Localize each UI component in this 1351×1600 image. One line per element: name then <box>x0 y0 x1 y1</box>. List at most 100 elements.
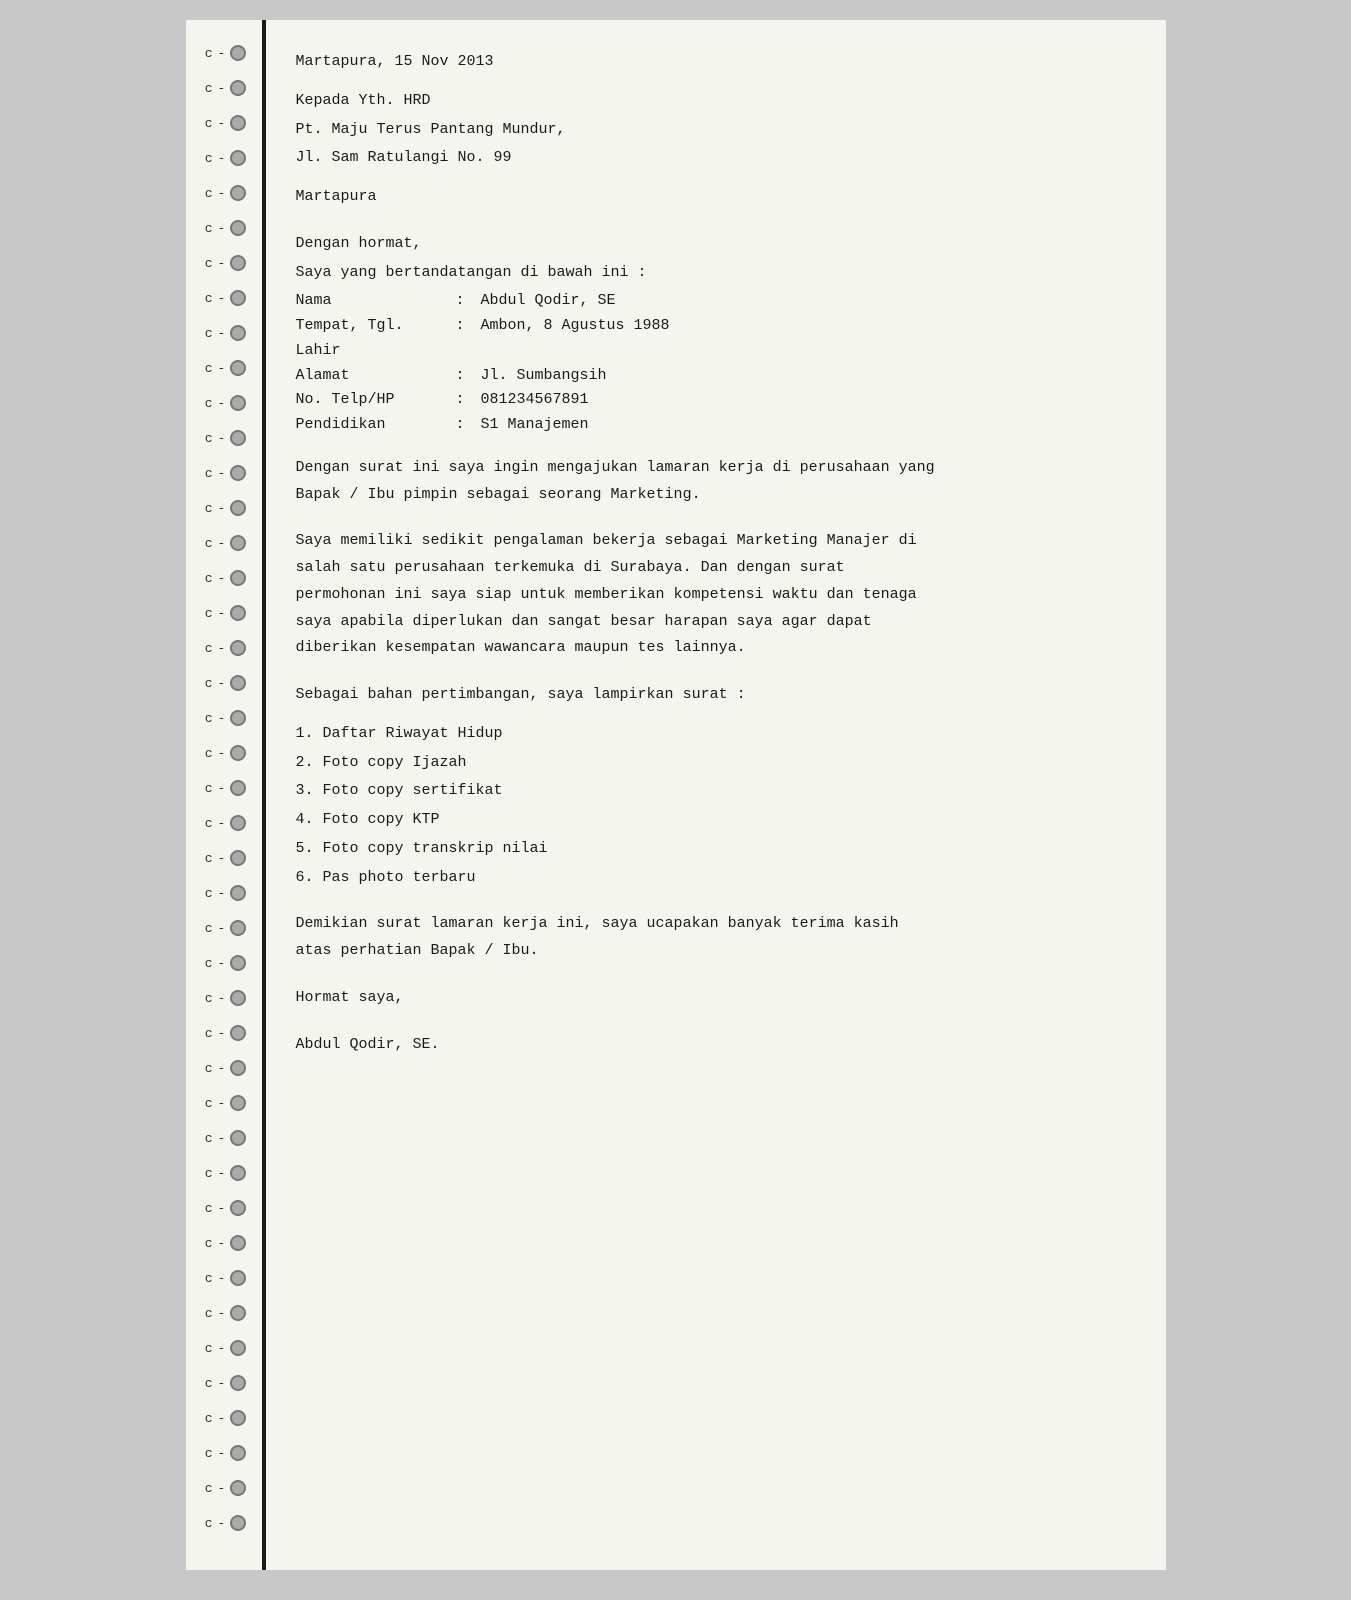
nama-label: Nama <box>296 289 456 314</box>
hole-dash-17: - <box>218 641 226 656</box>
hole-circle-1 <box>230 80 246 96</box>
lampiran-intro-line: Sebagai bahan pertimbangan, saya lampirk… <box>296 683 1126 708</box>
hole-item-23: c- <box>186 850 266 866</box>
hole-dash-24: - <box>218 886 226 901</box>
hole-item-5: c- <box>186 220 266 236</box>
hole-circle-30 <box>230 1095 246 1111</box>
hole-c-letter-33: c <box>205 1201 213 1216</box>
hole-c-letter-3: c <box>205 151 213 166</box>
list-item-6: 6. Pas photo terbaru <box>296 866 1126 891</box>
hole-circle-41 <box>230 1480 246 1496</box>
hole-dash-15: - <box>218 571 226 586</box>
para2-line4: saya apabila diperlukan dan sangat besar… <box>296 610 1126 635</box>
hole-circle-36 <box>230 1305 246 1321</box>
hole-c-letter-41: c <box>205 1481 213 1496</box>
alamat-value: Jl. Sumbangsih <box>481 364 1126 389</box>
hole-dash-30: - <box>218 1096 226 1111</box>
hole-circle-10 <box>230 395 246 411</box>
para2-line5: diberikan kesempatan wawancara maupun te… <box>296 636 1126 661</box>
hole-circle-8 <box>230 325 246 341</box>
hole-circle-13 <box>230 500 246 516</box>
hole-circle-35 <box>230 1270 246 1286</box>
item2-text: 2. Foto copy Ijazah <box>296 754 467 771</box>
ttl-value: Ambon, 8 Agustus 1988 <box>481 314 1126 364</box>
hole-dash-37: - <box>218 1341 226 1356</box>
hole-dash-0: - <box>218 46 226 61</box>
document: c-c-c-c-c-c-c-c-c-c-c-c-c-c-c-c-c-c-c-c-… <box>186 20 1166 1570</box>
list-item-4: 4. Foto copy KTP <box>296 808 1126 833</box>
hole-c-letter-13: c <box>205 501 213 516</box>
hole-circle-38 <box>230 1375 246 1391</box>
alamat-colon: : <box>456 364 481 389</box>
hole-circle-19 <box>230 710 246 726</box>
hole-circle-25 <box>230 920 246 936</box>
closing-text2: atas perhatian Bapak / Ibu. <box>296 939 539 964</box>
hole-item-38: c- <box>186 1375 266 1391</box>
recipient-label: Kepada Yth. HRD <box>296 92 431 109</box>
hole-item-20: c- <box>186 745 266 761</box>
hole-circle-5 <box>230 220 246 236</box>
hole-item-16: c- <box>186 605 266 621</box>
hole-circle-6 <box>230 255 246 271</box>
hole-item-2: c- <box>186 115 266 131</box>
hole-item-4: c- <box>186 185 266 201</box>
page-container: c-c-c-c-c-c-c-c-c-c-c-c-c-c-c-c-c-c-c-c-… <box>0 0 1351 1600</box>
hole-item-19: c- <box>186 710 266 726</box>
hole-c-letter-11: c <box>205 431 213 446</box>
hole-item-0: c- <box>186 45 266 61</box>
hole-dash-9: - <box>218 361 226 376</box>
hole-item-35: c- <box>186 1270 266 1286</box>
hole-item-25: c- <box>186 920 266 936</box>
hole-dash-18: - <box>218 676 226 691</box>
hole-dash-21: - <box>218 781 226 796</box>
recipient-address-line: Jl. Sam Ratulangi No. 99 <box>296 146 1126 171</box>
para2: Saya memiliki sedikit pengalaman bekerja… <box>296 529 1126 661</box>
signature-text: Abdul Qodir, SE. <box>296 1036 440 1053</box>
hormat-text: Hormat saya, <box>296 989 404 1006</box>
hole-c-letter-28: c <box>205 1026 213 1041</box>
hole-dash-16: - <box>218 606 226 621</box>
closing-text1: Demikian surat lamaran kerja ini, saya u… <box>296 912 899 937</box>
hole-c-letter-25: c <box>205 921 213 936</box>
ttl-colon: : <box>456 314 481 364</box>
hole-c-letter-4: c <box>205 186 213 201</box>
hole-dash-35: - <box>218 1271 226 1286</box>
hole-c-letter-22: c <box>205 816 213 831</box>
nama-colon: : <box>456 289 481 314</box>
hole-circle-20 <box>230 745 246 761</box>
hole-item-27: c- <box>186 990 266 1006</box>
hole-dash-7: - <box>218 291 226 306</box>
hole-dash-13: - <box>218 501 226 516</box>
hole-item-24: c- <box>186 885 266 901</box>
lampiran-intro-text: Sebagai bahan pertimbangan, saya lampirk… <box>296 686 746 703</box>
list-item-3: 3. Foto copy sertifikat <box>296 779 1126 804</box>
hole-circle-12 <box>230 465 246 481</box>
hole-dash-20: - <box>218 746 226 761</box>
para2-text3: permohonan ini saya siap untuk memberika… <box>296 583 917 608</box>
hole-dash-23: - <box>218 851 226 866</box>
hole-item-41: c- <box>186 1480 266 1496</box>
hole-item-1: c- <box>186 80 266 96</box>
hole-c-letter-20: c <box>205 746 213 761</box>
hole-dash-22: - <box>218 816 226 831</box>
hole-item-22: c- <box>186 815 266 831</box>
intro-line: Saya yang bertandatangan di bawah ini : <box>296 261 1126 286</box>
recipient-label-line: Kepada Yth. HRD <box>296 89 1126 114</box>
item6-text: 6. Pas photo terbaru <box>296 869 476 886</box>
hole-circle-21 <box>230 780 246 796</box>
hole-circle-24 <box>230 885 246 901</box>
para2-text5: diberikan kesempatan wawancara maupun te… <box>296 636 746 661</box>
recipient-company: Pt. Maju Terus Pantang Mundur, <box>296 121 566 138</box>
intro-text: Saya yang bertandatangan di bawah ini : <box>296 264 647 281</box>
hole-circle-29 <box>230 1060 246 1076</box>
hole-circle-26 <box>230 955 246 971</box>
hole-c-letter-26: c <box>205 956 213 971</box>
hole-c-letter-6: c <box>205 256 213 271</box>
hole-dash-39: - <box>218 1411 226 1426</box>
hole-item-17: c- <box>186 640 266 656</box>
telp-value: 081234567891 <box>481 388 1126 413</box>
hole-c-letter-39: c <box>205 1411 213 1426</box>
signature-line: Abdul Qodir, SE. <box>296 1033 1126 1058</box>
hole-c-letter-0: c <box>205 46 213 61</box>
alamat-label: Alamat <box>296 364 456 389</box>
